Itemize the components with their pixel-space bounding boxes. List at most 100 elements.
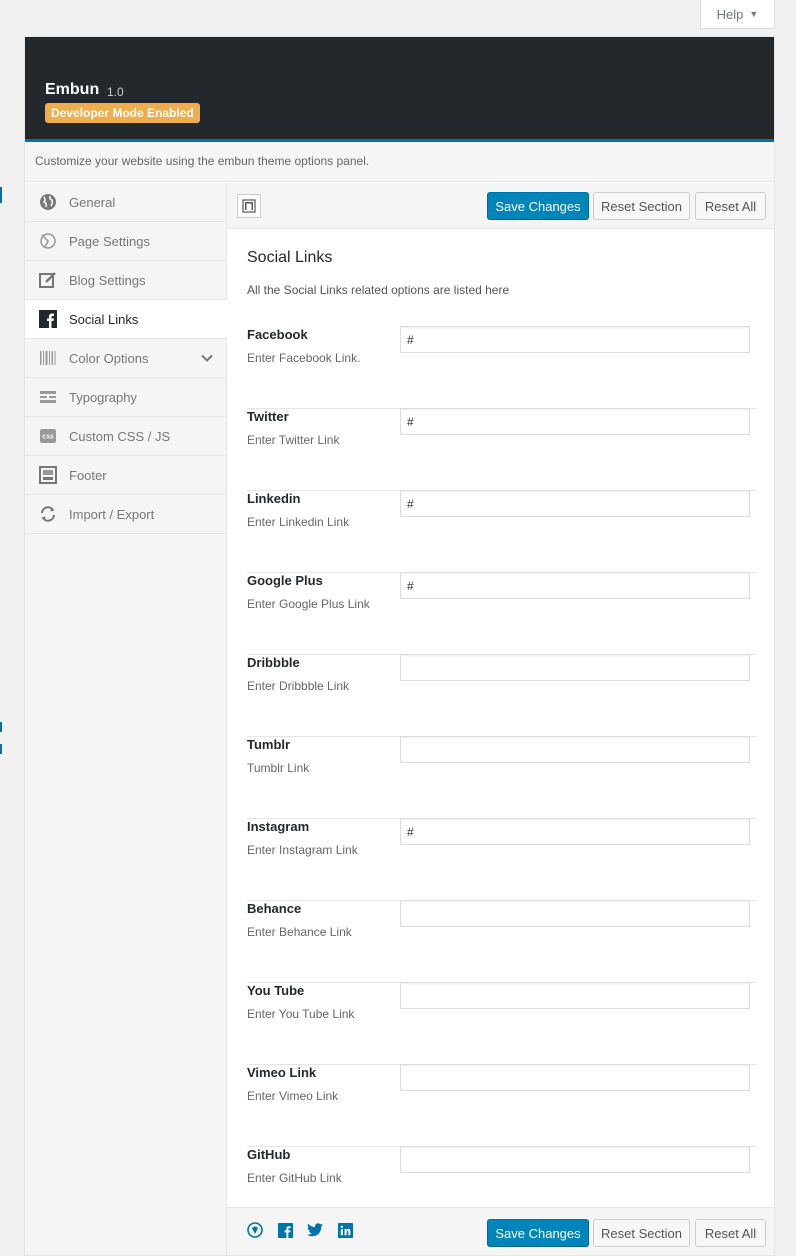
top-toolbar: Save Changes Reset Section Reset All [227,183,774,229]
main-content: Save Changes Reset Section Reset All Soc… [227,183,774,1255]
field-description: Enter Linkedin Link [247,515,350,529]
sidebar-item-import-export[interactable]: Import / Export [25,495,226,534]
caret-down-icon: ▼ [749,9,759,19]
field-label: Linkedin [247,491,301,506]
field-youtube: You Tube Enter You Tube Link [247,982,756,1065]
expand-icon [242,199,256,213]
sidebar-item-label: Footer [69,467,107,483]
vimeo-link-input[interactable] [400,1064,750,1091]
expand-options-button[interactable] [237,194,261,218]
sidebar-item-label: Import / Export [69,506,155,522]
globe-icon [39,193,57,211]
admin-menu-marker [0,722,2,732]
theme-name: Embun [45,81,100,98]
reset-section-button[interactable]: Reset Section [593,1219,690,1247]
sidebar-item-typography[interactable]: Typography [25,378,226,417]
linkedin-link-input[interactable] [400,490,750,517]
field-description: Enter Twitter Link [247,433,340,447]
facebook-link-input[interactable] [400,326,750,353]
behance-link-input[interactable] [400,900,750,927]
save-changes-button[interactable]: Save Changes [487,192,589,220]
field-behance: Behance Enter Behance Link [247,900,756,983]
help-label: Help [716,6,744,22]
field-description: Enter Behance Link [247,925,352,939]
field-description: Enter GitHub Link [247,1171,342,1185]
field-description: Enter Instagram Link [247,843,358,857]
field-tumblr: Tumblr Tumblr Link [247,736,756,819]
twitter-icon[interactable] [307,1222,323,1238]
sidebar-item-page-settings[interactable]: Page Settings [25,222,226,261]
field-description: Enter Dribbble Link [247,679,350,693]
linkedin-icon[interactable] [337,1222,353,1238]
svg-text:CSS: CSS [42,435,54,441]
reset-all-button[interactable]: Reset All [695,192,766,220]
footer-social-icons [247,1222,353,1238]
theme-version: 1.0 [107,85,124,99]
field-google-plus: Google Plus Enter Google Plus Link [247,572,756,655]
admin-menu-marker [0,187,2,203]
facebook-icon[interactable] [277,1222,293,1238]
sidebar-item-blog-settings[interactable]: Blog Settings [25,261,226,300]
options-panel: Embun 1.0 Developer Mode Enabled Customi… [24,36,775,1256]
field-label: Facebook [247,327,308,342]
sidebar-item-label: General [69,194,116,210]
edit-icon [39,271,57,289]
field-facebook: Facebook Enter Facebook Link. [247,326,756,409]
panel-subheader: Customize your website using the embun t… [25,142,774,182]
typography-icon [39,388,57,406]
github-link-input[interactable] [400,1146,750,1173]
dribbble-link-input[interactable] [400,654,750,681]
field-description: Enter Vimeo Link [247,1089,339,1103]
field-linkedin: Linkedin Enter Linkedin Link [247,490,756,573]
field-description: Enter You Tube Link [247,1007,355,1021]
field-description: Enter Google Plus Link [247,597,370,611]
sidebar-item-label: Social Links [69,311,139,327]
sidebar-item-social-links[interactable]: Social Links [25,300,227,339]
panel-header: Embun 1.0 Developer Mode Enabled [25,37,774,142]
field-label: You Tube [247,983,305,998]
field-label: Instagram [247,819,310,834]
panel-subtitle: Customize your website using the embun t… [35,154,370,168]
footer-icon [39,466,57,484]
sidebar-item-general[interactable]: General [25,183,226,222]
reset-section-button[interactable]: Reset Section [593,192,690,220]
youtube-link-input[interactable] [400,982,750,1009]
field-label: Google Plus [247,573,323,588]
tumblr-link-input[interactable] [400,736,750,763]
field-description: Enter Facebook Link. [247,351,361,365]
refresh-icon [39,505,57,523]
sidebar-item-label: Custom CSS / JS [69,428,171,444]
redux-icon[interactable] [247,1222,263,1238]
google-plus-link-input[interactable] [400,572,750,599]
section-title: Social Links [247,249,333,266]
sidebar-item-label: Page Settings [69,233,150,249]
page-settings-icon [39,232,57,250]
chevron-down-icon[interactable] [200,351,214,368]
bottom-toolbar: Save Changes Reset Section Reset All [227,1207,774,1255]
field-label: Behance [247,901,302,916]
css-icon: CSS [39,427,57,445]
field-label: Twitter [247,409,289,424]
field-twitter: Twitter Enter Twitter Link [247,408,756,491]
reset-all-button[interactable]: Reset All [695,1219,766,1247]
field-label: GitHub [247,1147,291,1162]
social-links-section: Social Links All the Social Links relate… [227,249,774,1229]
admin-menu-marker [0,744,2,754]
twitter-link-input[interactable] [400,408,750,435]
sidebar-item-label: Color Options [69,350,149,366]
sidebar-item-footer[interactable]: Footer [25,456,226,495]
help-tab[interactable]: Help ▼ [700,0,775,29]
field-vimeo: Vimeo Link Enter Vimeo Link [247,1064,756,1147]
instagram-link-input[interactable] [400,818,750,845]
sidebar-item-color-options[interactable]: Color Options [25,339,226,378]
field-dribbble: Dribbble Enter Dribbble Link [247,654,756,737]
facebook-icon [39,310,57,328]
field-description: Tumblr Link [247,761,310,775]
sidebar: General Page Settings Blog Settings Soci… [25,183,227,1255]
field-instagram: Instagram Enter Instagram Link [247,818,756,901]
barcode-icon [39,349,57,367]
field-label: Tumblr [247,737,291,752]
sidebar-item-custom-css-js[interactable]: CSS Custom CSS / JS [25,417,226,456]
save-changes-button[interactable]: Save Changes [487,1219,589,1247]
fields-list: Facebook Enter Facebook Link. Twitter En… [247,326,756,1229]
